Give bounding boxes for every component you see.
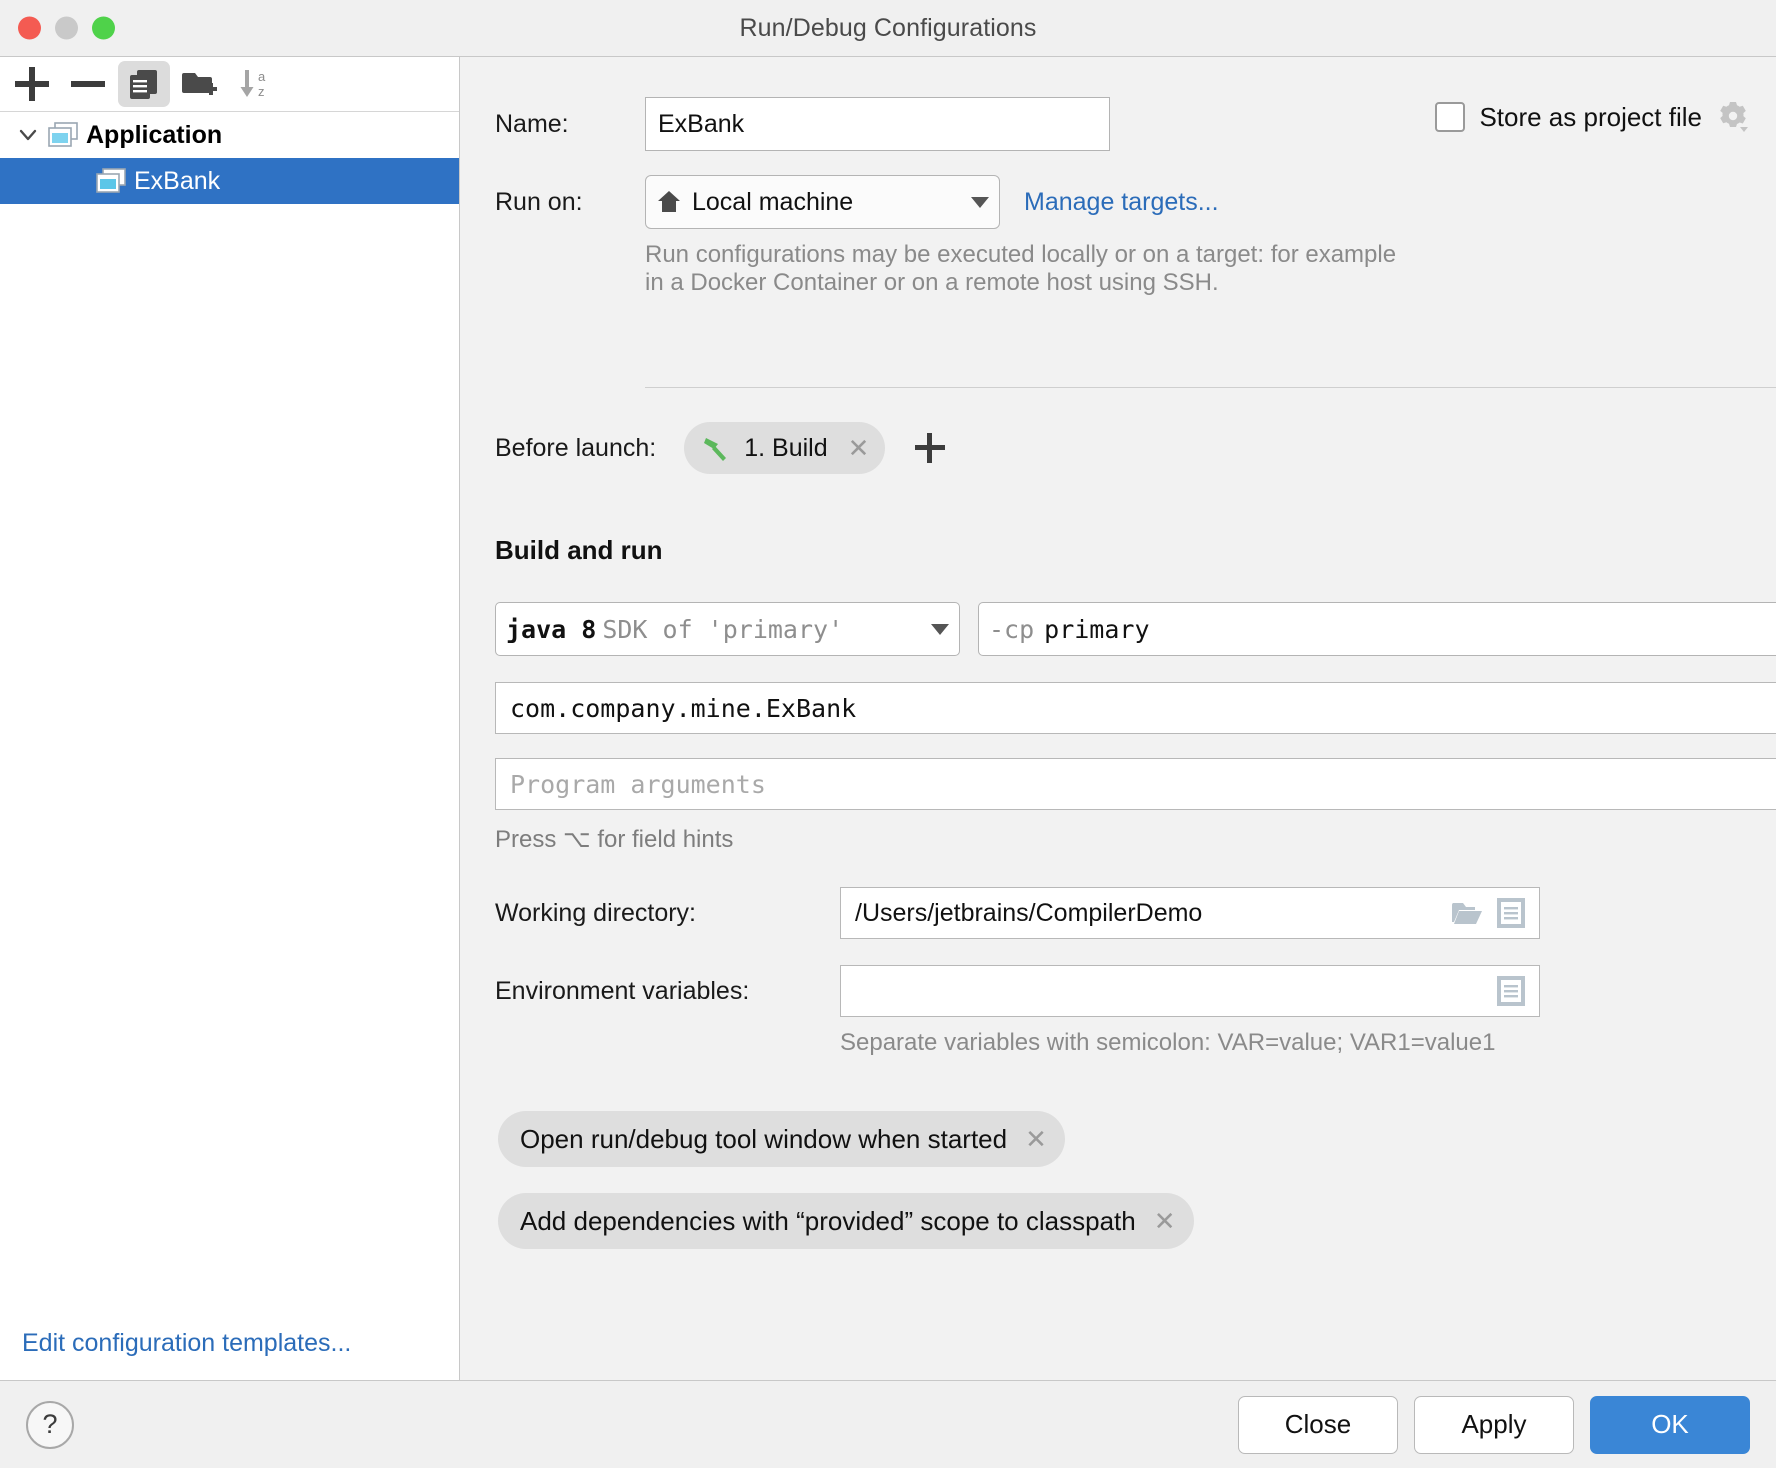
working-directory-value: /Users/jetbrains/CompilerDemo: [855, 899, 1202, 928]
remove-configuration-button[interactable]: [62, 61, 114, 107]
tree-item-label: ExBank: [134, 169, 220, 194]
hammer-icon: [702, 434, 732, 462]
option-chip-label: Open run/debug tool window when started: [520, 1124, 1007, 1155]
zoom-window-button[interactable]: [92, 17, 115, 40]
add-configuration-button[interactable]: [6, 61, 58, 107]
minimize-window-button[interactable]: [55, 17, 78, 40]
sort-alphabetically-button[interactable]: a z: [230, 61, 282, 107]
minus-icon: [71, 67, 105, 101]
run-on-value: Local machine: [692, 188, 853, 217]
chevron-down-icon: [971, 197, 989, 208]
jdk-dropdown[interactable]: java 8 SDK of 'primary': [495, 602, 960, 656]
list-options-icon[interactable]: [1497, 898, 1525, 928]
gear-icon[interactable]: [1716, 100, 1750, 134]
working-directory-row: Working directory: /Users/jetbrains/Comp…: [460, 887, 1776, 939]
ok-button[interactable]: OK: [1590, 1396, 1750, 1454]
jdk-name: java 8: [506, 615, 596, 644]
run-on-description: Run configurations may be executed local…: [645, 241, 1645, 298]
program-arguments-placeholder: Program arguments: [510, 770, 766, 799]
run-on-description-line-2: in a Docker Container or on a remote hos…: [645, 269, 1645, 297]
environment-variables-row: Environment variables:: [460, 965, 1776, 1017]
configurations-toolbar: a z: [0, 57, 459, 112]
run-on-row: Run on: Local machine Manage targets...: [460, 175, 1219, 229]
help-button[interactable]: ?: [26, 1401, 74, 1449]
program-arguments-row: Program arguments: [495, 758, 1776, 810]
tree-group-application[interactable]: Application: [0, 112, 459, 158]
chevron-down-icon[interactable]: [8, 115, 48, 155]
before-launch-row: Before launch: 1. Build ✕: [460, 422, 945, 474]
remove-option-icon[interactable]: ✕: [1154, 1208, 1176, 1234]
svg-text:a: a: [258, 69, 266, 84]
tree-item-exbank[interactable]: ExBank: [0, 158, 459, 204]
working-directory-label: Working directory:: [495, 899, 840, 928]
before-launch-chip-label: 1. Build: [744, 434, 827, 463]
build-and-run-title: Build and run: [495, 535, 663, 566]
store-as-project-file-label: Store as project file: [1479, 102, 1702, 133]
main-class-input[interactable]: com.company.mine.ExBank: [495, 682, 1776, 734]
dialog-footer: ? Close Apply OK: [0, 1380, 1776, 1468]
apply-button[interactable]: Apply: [1414, 1396, 1574, 1454]
title-bar: Run/Debug Configurations: [0, 0, 1776, 56]
classpath-value: primary: [1044, 615, 1149, 644]
configurations-tree: Application ExBank: [0, 112, 459, 1380]
build-and-run-header: Build and run Modify options ⌥M: [495, 535, 1776, 566]
remove-before-launch-icon[interactable]: ✕: [848, 435, 870, 461]
jdk-and-classpath-row: java 8 SDK of 'primary' -cp primary: [495, 602, 1776, 656]
application-icon: [96, 168, 126, 194]
list-options-icon[interactable]: [1497, 976, 1525, 1006]
folder-add-icon: [182, 68, 218, 100]
option-chip-provided-scope[interactable]: Add dependencies with “provided” scope t…: [498, 1193, 1194, 1249]
copy-configuration-button[interactable]: [118, 61, 170, 107]
sort-az-icon: a z: [238, 67, 274, 101]
environment-variables-input[interactable]: [840, 965, 1540, 1017]
close-window-button[interactable]: [18, 17, 41, 40]
working-directory-input[interactable]: /Users/jetbrains/CompilerDemo: [840, 887, 1540, 939]
dialog-body: a z: [0, 56, 1776, 1380]
footer-actions: Close Apply OK: [1238, 1396, 1750, 1454]
program-arguments-input[interactable]: Program arguments: [495, 758, 1776, 810]
configuration-form: Name: ExBank Store as project file Run o…: [460, 57, 1776, 1380]
classpath-flag: -cp: [989, 615, 1034, 644]
main-class-row: com.company.mine.ExBank: [495, 682, 1776, 734]
before-launch-build-chip[interactable]: 1. Build ✕: [684, 422, 885, 474]
main-class-value: com.company.mine.ExBank: [510, 694, 856, 723]
svg-text:z: z: [258, 84, 265, 99]
store-as-project-file-checkbox[interactable]: [1435, 102, 1465, 132]
manage-targets-link[interactable]: Manage targets...: [1024, 188, 1219, 217]
environment-variables-label: Environment variables:: [495, 977, 840, 1006]
window-title: Run/Debug Configurations: [739, 14, 1036, 43]
environment-variables-hint: Separate variables with semicolon: VAR=v…: [840, 1029, 1495, 1057]
folder-browse-icon[interactable]: [1451, 899, 1483, 927]
close-button[interactable]: Close: [1238, 1396, 1398, 1454]
add-before-launch-task-button[interactable]: [915, 433, 945, 463]
field-hints-note: Press ⌥ for field hints: [495, 825, 733, 854]
name-label: Name:: [495, 110, 645, 139]
name-input[interactable]: ExBank: [645, 97, 1110, 151]
edit-configuration-templates-link[interactable]: Edit configuration templates...: [22, 1329, 351, 1358]
classpath-dropdown[interactable]: -cp primary: [978, 602, 1776, 656]
jdk-subtitle: SDK of 'primary': [602, 615, 843, 644]
run-on-label: Run on:: [495, 188, 645, 217]
tree-group-label: Application: [86, 123, 222, 148]
home-icon: [656, 189, 682, 215]
plus-icon: [15, 67, 49, 101]
application-icon: [48, 122, 78, 148]
section-divider: [645, 387, 1776, 388]
configurations-sidebar: a z: [0, 57, 460, 1380]
new-folder-button[interactable]: [174, 61, 226, 107]
before-launch-label: Before launch:: [495, 434, 656, 463]
copy-icon: [127, 67, 161, 101]
option-chip-open-tool-window[interactable]: Open run/debug tool window when started …: [498, 1111, 1065, 1167]
store-as-project-file-group: Store as project file: [1435, 100, 1750, 134]
remove-option-icon[interactable]: ✕: [1025, 1126, 1047, 1152]
chevron-down-icon: [931, 624, 949, 635]
run-on-description-line-1: Run configurations may be executed local…: [645, 241, 1645, 269]
option-chip-label: Add dependencies with “provided” scope t…: [520, 1206, 1136, 1237]
run-on-dropdown[interactable]: Local machine: [645, 175, 1000, 229]
run-debug-configurations-dialog: Run/Debug Configurations: [0, 0, 1776, 1468]
window-controls: [18, 17, 115, 40]
